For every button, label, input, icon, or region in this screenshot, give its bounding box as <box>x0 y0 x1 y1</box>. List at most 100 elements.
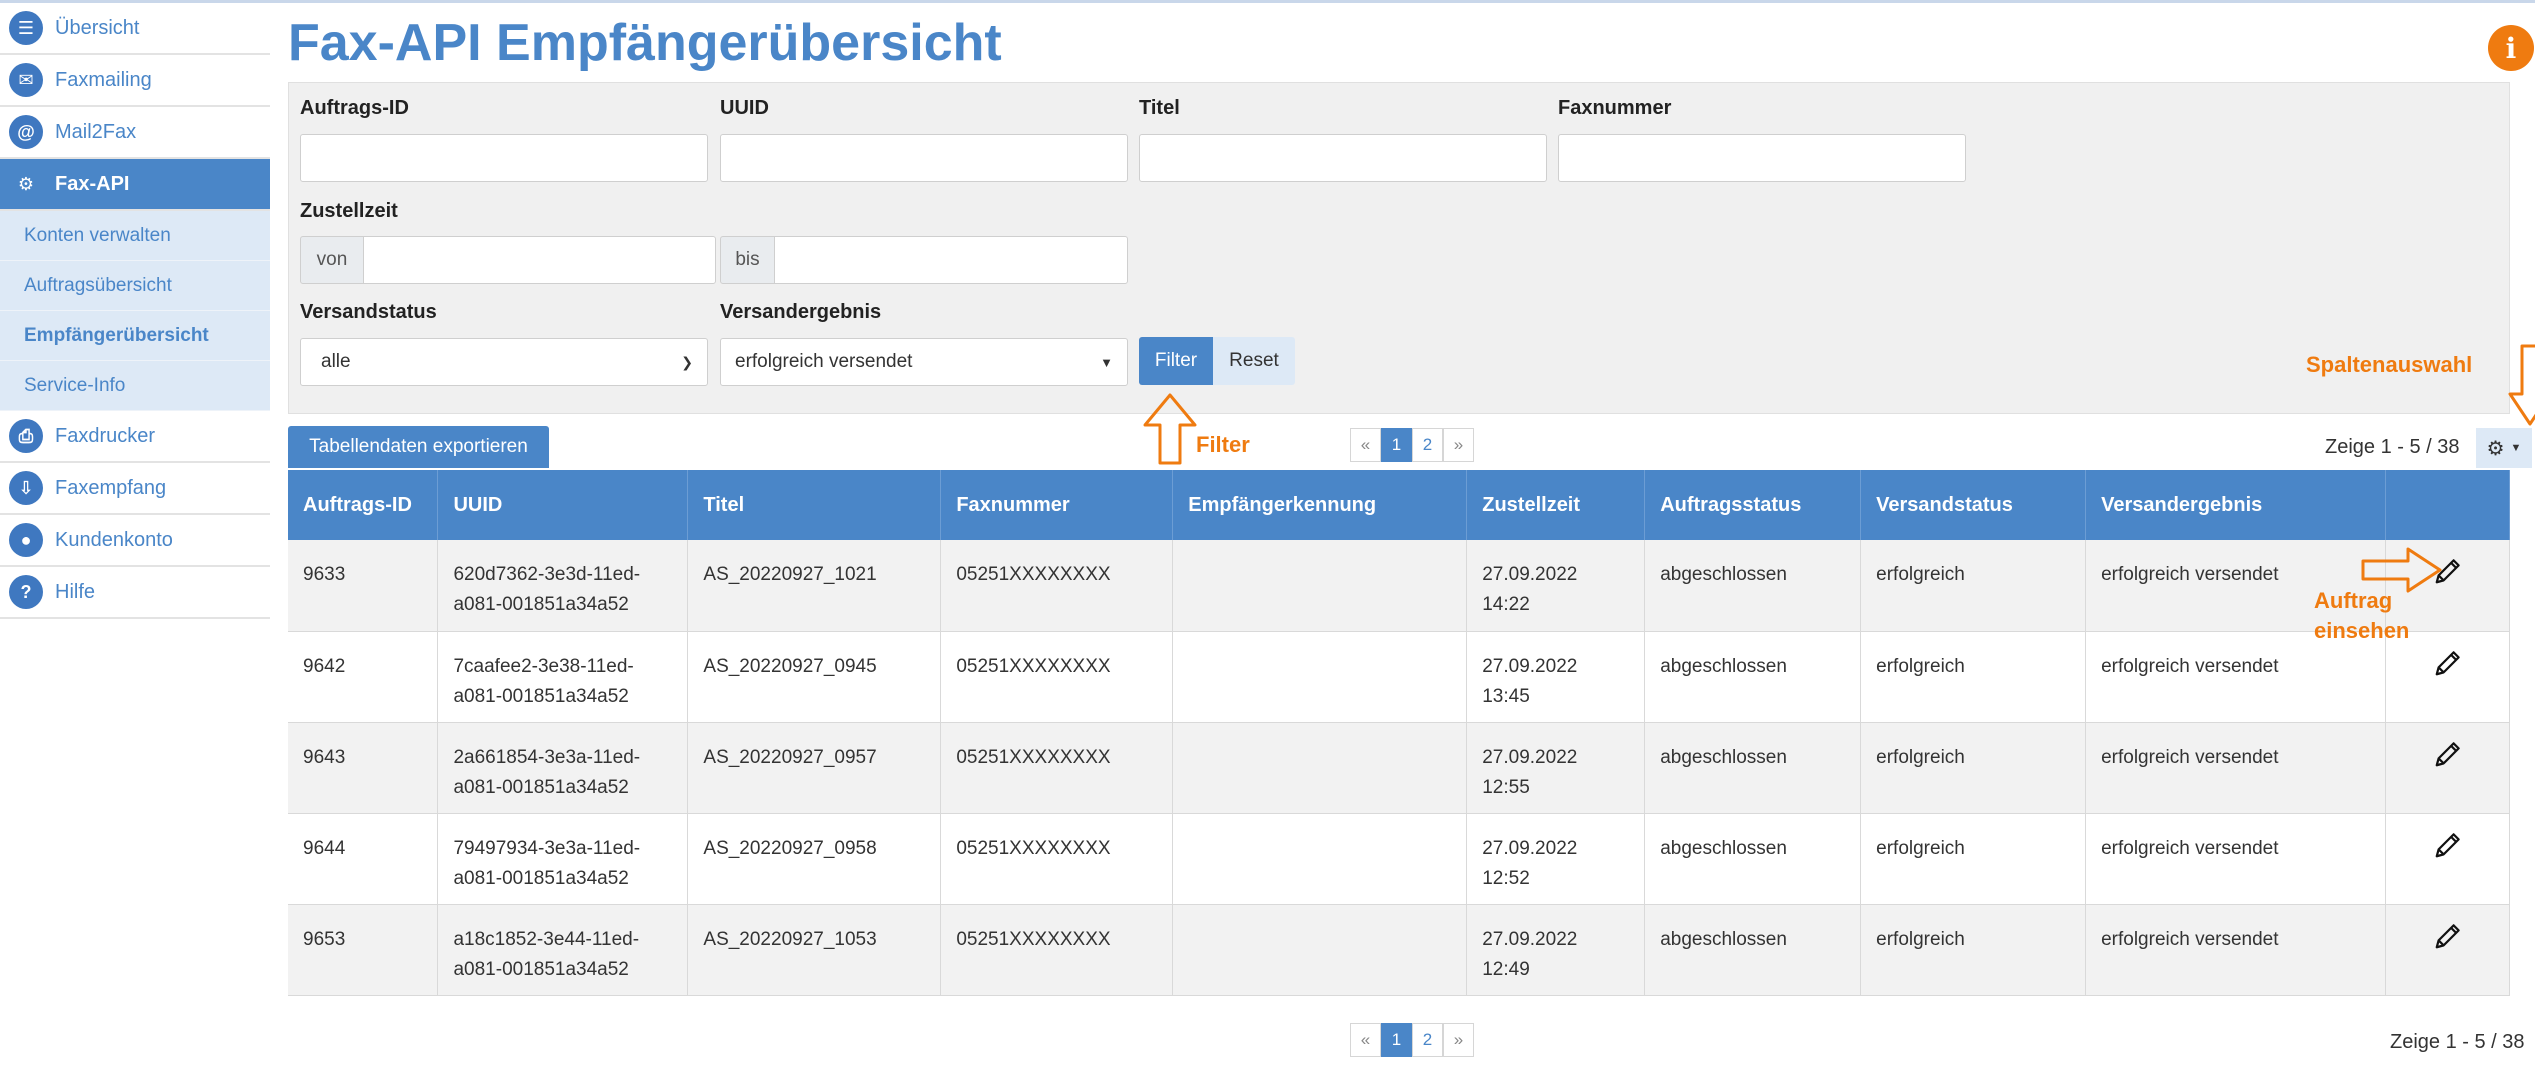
order-id-input[interactable] <box>300 134 708 182</box>
delivery-clock: 12:52 <box>1482 867 1530 889</box>
subnav-item-recipients[interactable]: Empfängerübersicht <box>0 311 270 361</box>
info-icon[interactable]: i <box>2488 25 2534 71</box>
pencil-icon[interactable] <box>2433 830 2463 860</box>
col-title[interactable]: Titel <box>687 470 942 540</box>
col-order-id[interactable]: Auftrags-ID <box>288 470 439 540</box>
send-status-select[interactable]: alle ❯ <box>300 338 708 386</box>
sidebar-item-label: Faxdrucker <box>55 424 156 447</box>
cell-delivery-time: 27.09.2022 13:45 <box>1466 631 1646 723</box>
cell-send-status: erfolgreich <box>1860 722 2087 814</box>
result-count-bottom: Zeige 1 - 5 / 38 <box>2390 1031 2525 1053</box>
page-prev[interactable]: « <box>1350 1023 1381 1057</box>
arrow-down-icon <box>2508 344 2535 426</box>
pencil-icon[interactable] <box>2433 921 2463 951</box>
send-result-label: Versandergebnis <box>720 301 882 323</box>
cell-title: AS_20220927_0958 <box>687 813 942 905</box>
sidebar-item-label: Fax-API <box>55 172 130 195</box>
uuid-input[interactable] <box>720 134 1128 182</box>
title-input[interactable] <box>1139 134 1547 182</box>
column-select-button[interactable]: ⚙ ▼ <box>2476 428 2532 468</box>
sidebar-item-account[interactable]: ● Kundenkonto <box>0 515 270 567</box>
delivery-from-input[interactable] <box>363 236 716 284</box>
sidebar-item-faxmailing[interactable]: ✉ Faxmailing <box>0 55 270 107</box>
uuid-line-2: a081-001851a34a52 <box>453 958 629 980</box>
uuid-line-1: a18c1852-3e44-11ed- <box>453 928 640 950</box>
sidebar-item-label: Mail2Fax <box>55 120 137 143</box>
faxnumber-input[interactable] <box>1558 134 1966 182</box>
pencil-icon[interactable] <box>2433 648 2463 678</box>
subnav-item-service-info[interactable]: Service-Info <box>0 361 270 411</box>
annotation-view-order-line2: einsehen <box>2314 618 2410 643</box>
col-send-result[interactable]: Versandergebnis <box>2085 470 2386 540</box>
cell-send-status: erfolgreich <box>1860 813 2087 905</box>
delivery-to-input[interactable] <box>774 236 1128 284</box>
cell-faxnumber: 05251XXXXXXXX <box>940 722 1174 814</box>
page-2[interactable]: 2 <box>1412 1023 1443 1057</box>
sidebar-item-faxprinter[interactable]: ⎙ Faxdrucker <box>0 411 270 463</box>
reset-button[interactable]: Reset <box>1213 337 1295 385</box>
send-result-select[interactable]: erfolgreich versendet ▼ <box>720 338 1128 386</box>
cell-send-result: erfolgreich versendet <box>2085 813 2386 905</box>
pagination-bottom: « 1 2 » <box>1350 1023 1474 1057</box>
page-next[interactable]: » <box>1443 1023 1474 1057</box>
delivery-time-label: Zustellzeit <box>300 200 398 222</box>
cell-order-status: abgeschlossen <box>1644 722 1862 814</box>
result-count-top: Zeige 1 - 5 / 38 <box>2325 436 2460 458</box>
uuid-line-2: a081-001851a34a52 <box>453 685 629 707</box>
top-border <box>0 0 2535 3</box>
caret-down-icon: ▼ <box>2510 442 2522 454</box>
col-faxnumber[interactable]: Faxnummer <box>940 470 1174 540</box>
sidebar-item-overview[interactable]: ☰ Übersicht <box>0 3 270 55</box>
fax-receive-icon: ⇩ <box>9 471 43 505</box>
sidebar-item-fax-receive[interactable]: ⇩ Faxempfang <box>0 463 270 515</box>
uuid-line-2: a081-001851a34a52 <box>453 867 629 889</box>
uuid-line-1: 620d7362-3e3d-11ed- <box>453 564 641 585</box>
sidebar: ☰ Übersicht ✉ Faxmailing @ Mail2Fax ⚙ Fa… <box>0 3 270 619</box>
sidebar-item-mail2fax[interactable]: @ Mail2Fax <box>0 107 270 159</box>
col-actions <box>2385 470 2510 540</box>
cell-delivery-time: 27.09.2022 12:52 <box>1466 813 1646 905</box>
col-order-status[interactable]: Auftragsstatus <box>1644 470 1862 540</box>
sidebar-item-fax-api[interactable]: ⚙ Fax-API <box>0 159 270 211</box>
col-send-status[interactable]: Versandstatus <box>1860 470 2087 540</box>
page-1[interactable]: 1 <box>1381 1023 1412 1057</box>
cell-recipient-id <box>1172 540 1468 632</box>
delivery-clock: 14:22 <box>1482 594 1530 615</box>
col-delivery-time[interactable]: Zustellzeit <box>1466 470 1646 540</box>
delivery-date: 27.09.2022 <box>1482 928 1578 950</box>
table-row: 9644 79497934-3e3a-11ed-a081-001851a34a5… <box>288 813 2510 905</box>
recipients-table: Auftrags-ID UUID Titel Faxnummer Empfäng… <box>288 470 2510 996</box>
table-row: 9643 2a661854-3e3a-11ed-a081-001851a34a5… <box>288 722 2510 814</box>
pencil-icon[interactable] <box>2433 739 2463 769</box>
cell-title: AS_20220927_1053 <box>687 904 942 996</box>
send-result-value: erfolgreich versendet <box>735 351 913 372</box>
sidebar-item-label: Hilfe <box>55 580 96 603</box>
cell-actions <box>2385 813 2510 905</box>
filter-button[interactable]: Filter <box>1139 337 1213 385</box>
cell-faxnumber: 05251XXXXXXXX <box>940 540 1174 632</box>
cell-order-status: abgeschlossen <box>1644 813 1862 905</box>
sidebar-item-label: Kundenkonto <box>55 528 173 551</box>
delivery-date: 27.09.2022 <box>1482 837 1578 859</box>
cell-order-id: 9644 <box>288 813 439 905</box>
page-next[interactable]: » <box>1443 428 1474 462</box>
col-recipient-id[interactable]: Empfängerkennung <box>1172 470 1468 540</box>
uuid-line-1: 79497934-3e3a-11ed- <box>453 837 641 859</box>
subnav-item-orders[interactable]: Auftragsübersicht <box>0 261 270 311</box>
from-addon: von <box>300 236 364 284</box>
subnav-item-accounts[interactable]: Konten verwalten <box>0 211 270 261</box>
sidebar-item-help[interactable]: ? Hilfe <box>0 567 270 619</box>
filter-panel: Auftrags-ID UUID Titel Faxnummer Zustell… <box>288 82 2510 414</box>
delivery-date: 27.09.2022 <box>1482 746 1578 768</box>
cell-faxnumber: 05251XXXXXXXX <box>940 904 1174 996</box>
page-2[interactable]: 2 <box>1412 428 1443 462</box>
page-title: Fax-API Empfängerübersicht <box>288 14 1002 72</box>
page-1[interactable]: 1 <box>1381 428 1412 462</box>
cell-recipient-id <box>1172 722 1468 814</box>
table-row: 9633 620d7362-3e3d-11ed-a081-001851a34a5… <box>288 540 2510 632</box>
col-uuid[interactable]: UUID <box>437 470 689 540</box>
faxnumber-label: Faxnummer <box>1558 97 1672 119</box>
delivery-date: 27.09.2022 <box>1482 655 1578 677</box>
export-table-button[interactable]: Tabellendaten exportieren <box>288 426 549 468</box>
page-prev[interactable]: « <box>1350 428 1381 462</box>
